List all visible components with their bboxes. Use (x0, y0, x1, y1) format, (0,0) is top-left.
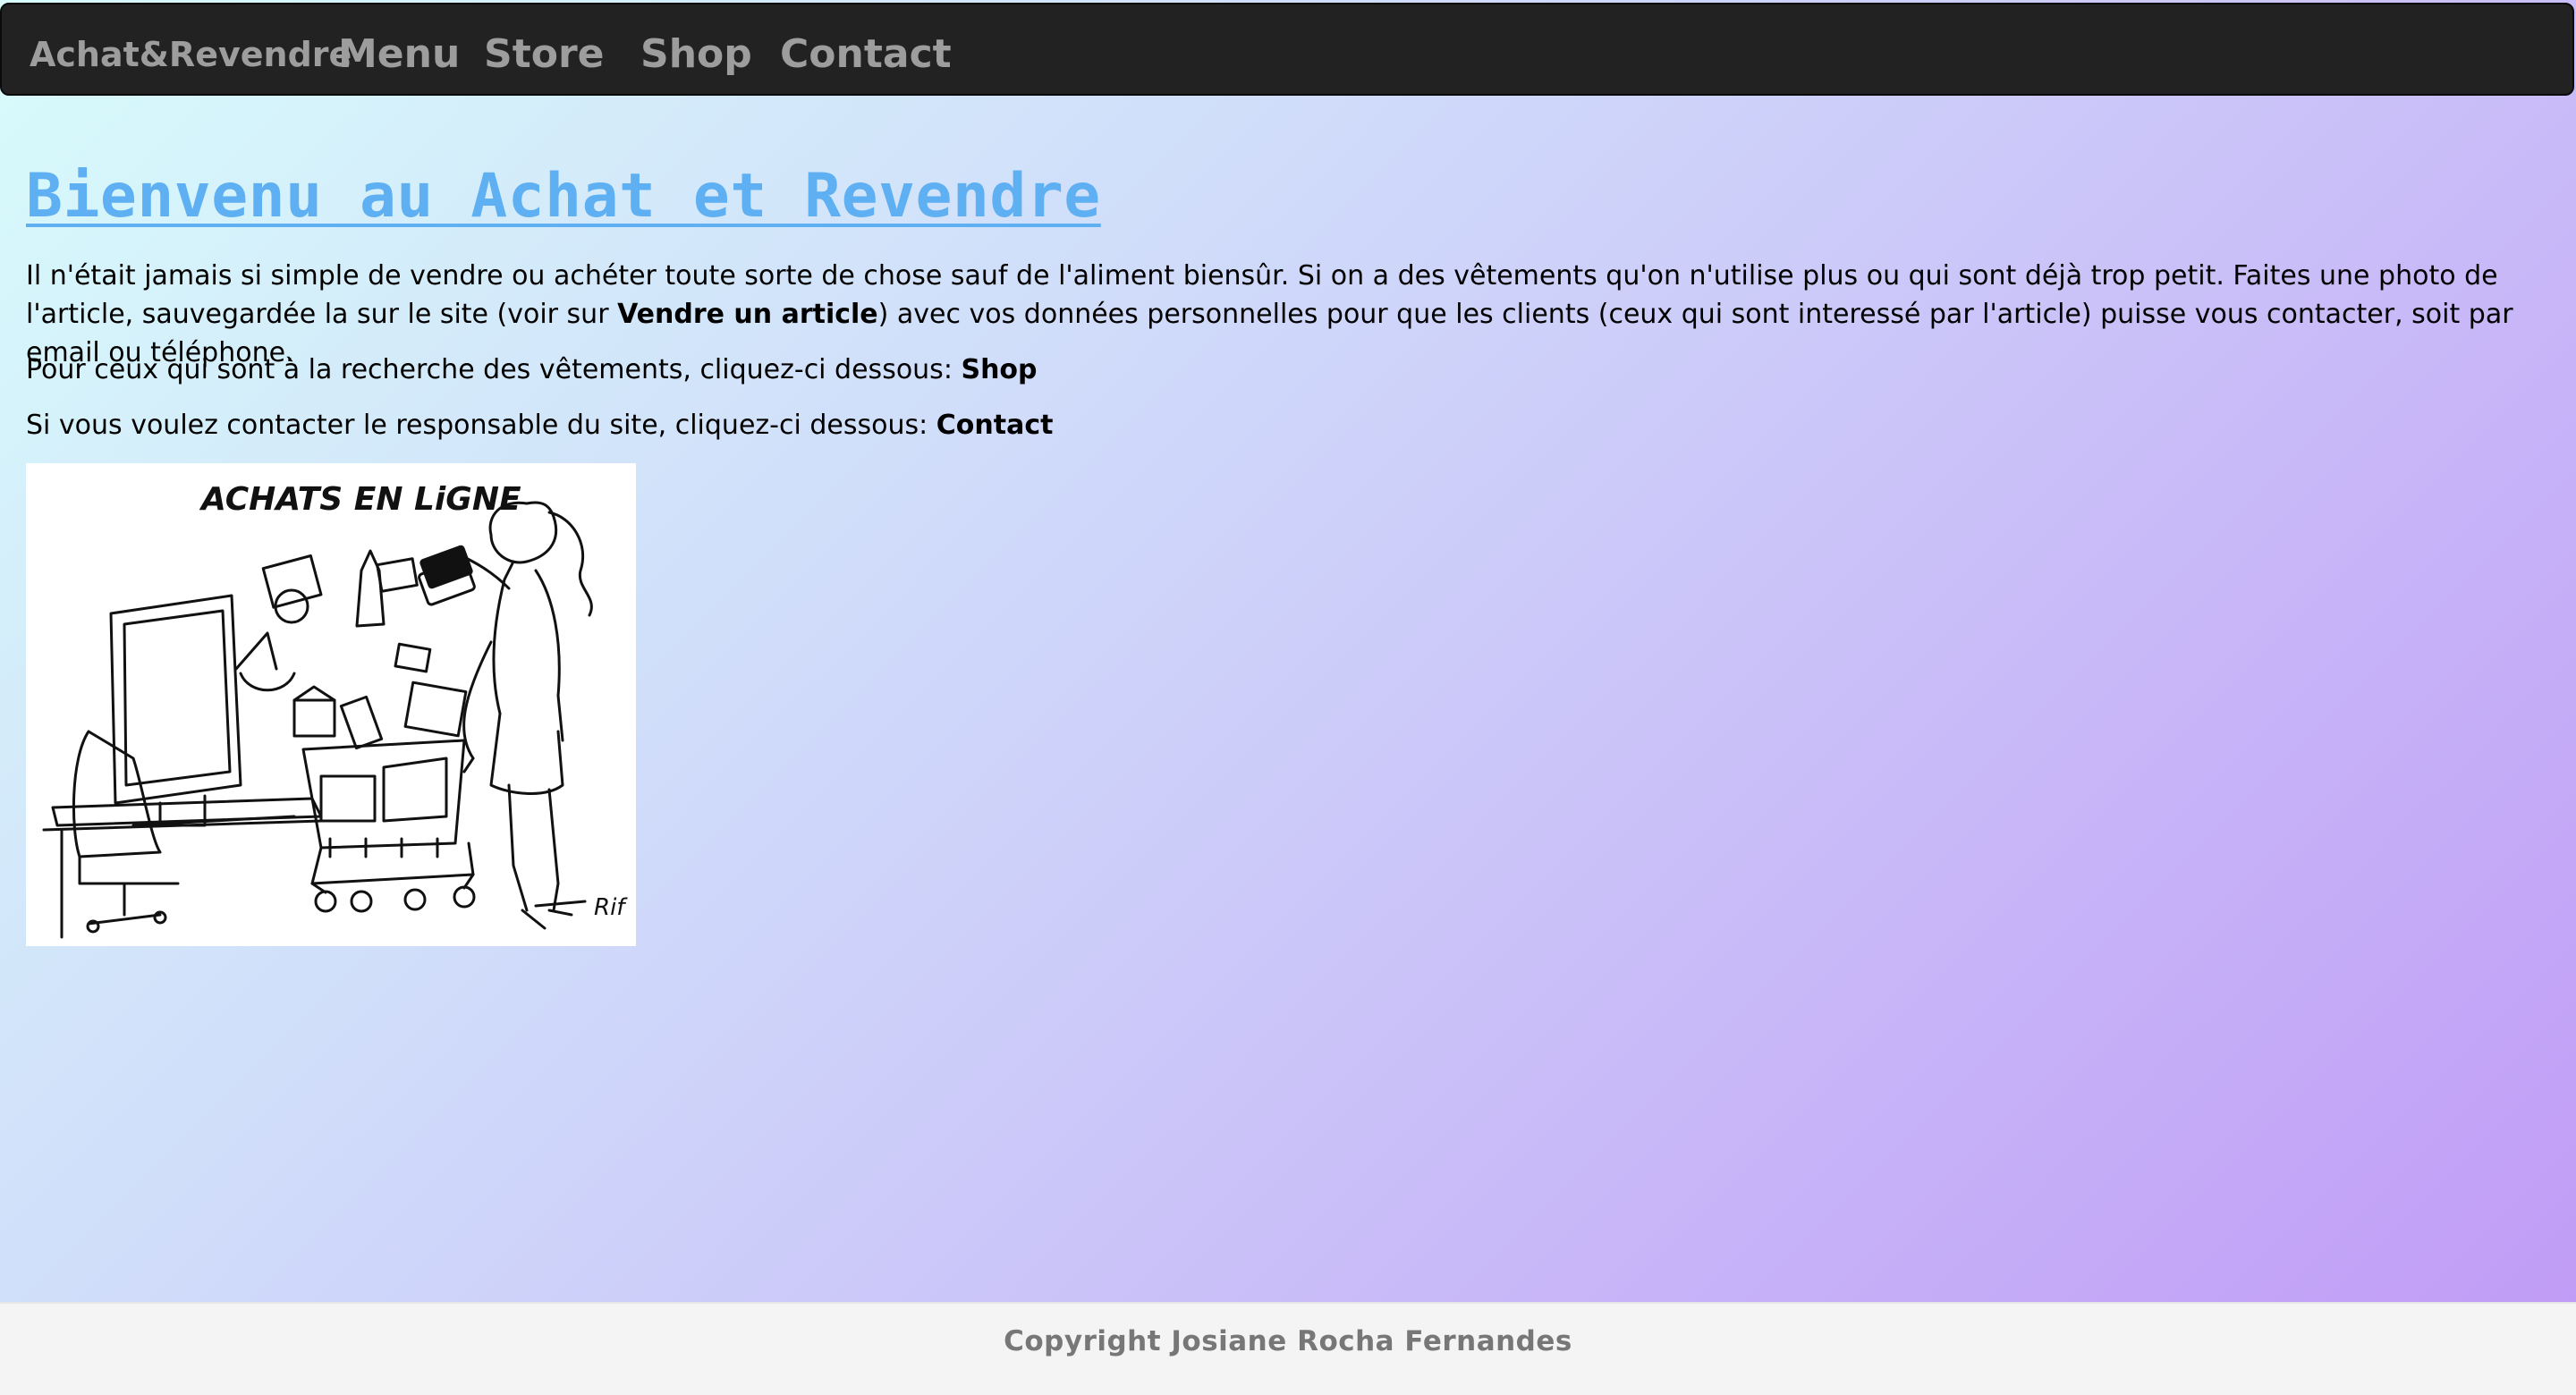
sell-article-link[interactable]: Vendre un article (617, 299, 878, 330)
nav-item-contact[interactable]: Contact (780, 4, 952, 97)
shop-paragraph: Pour ceux qui sont à la recherche des vê… (26, 351, 2530, 389)
online-shopping-illustration: ACHATS EN LiGNE Rif (26, 463, 636, 946)
illustration-drawing: ACHATS EN LiGNE Rif (42, 481, 628, 939)
footer: Copyright Josiane Rocha Fernandes (0, 1302, 2576, 1395)
nav-item-shop[interactable]: Shop (640, 4, 752, 97)
shop-text: Pour ceux qui sont à la recherche des vê… (26, 354, 962, 385)
navbar: Achat&Revendre Menu Store Shop Contact (0, 3, 2574, 96)
contact-link[interactable]: Contact (936, 410, 1054, 441)
main-content: Bienvenu au Achat et Revendre Il n'était… (0, 98, 2576, 1036)
nav-item-store[interactable]: Store (484, 4, 605, 97)
illustration-caption: ACHATS EN LiGNE (199, 481, 521, 518)
shop-link[interactable]: Shop (961, 354, 1037, 385)
navbar-brand[interactable]: Achat&Revendre (30, 4, 352, 97)
footer-copyright: Copyright Josiane Rocha Fernandes (1004, 1325, 1572, 1357)
contact-text: Si vous voulez contacter le responsable … (26, 410, 936, 441)
nav-item-menu[interactable]: Menu (338, 4, 460, 97)
page-title-link[interactable]: Bienvenu au Achat et Revendre (26, 161, 1101, 232)
contact-paragraph: Si vous voulez contacter le responsable … (26, 406, 2530, 444)
illustration-signature: Rif (594, 894, 628, 921)
